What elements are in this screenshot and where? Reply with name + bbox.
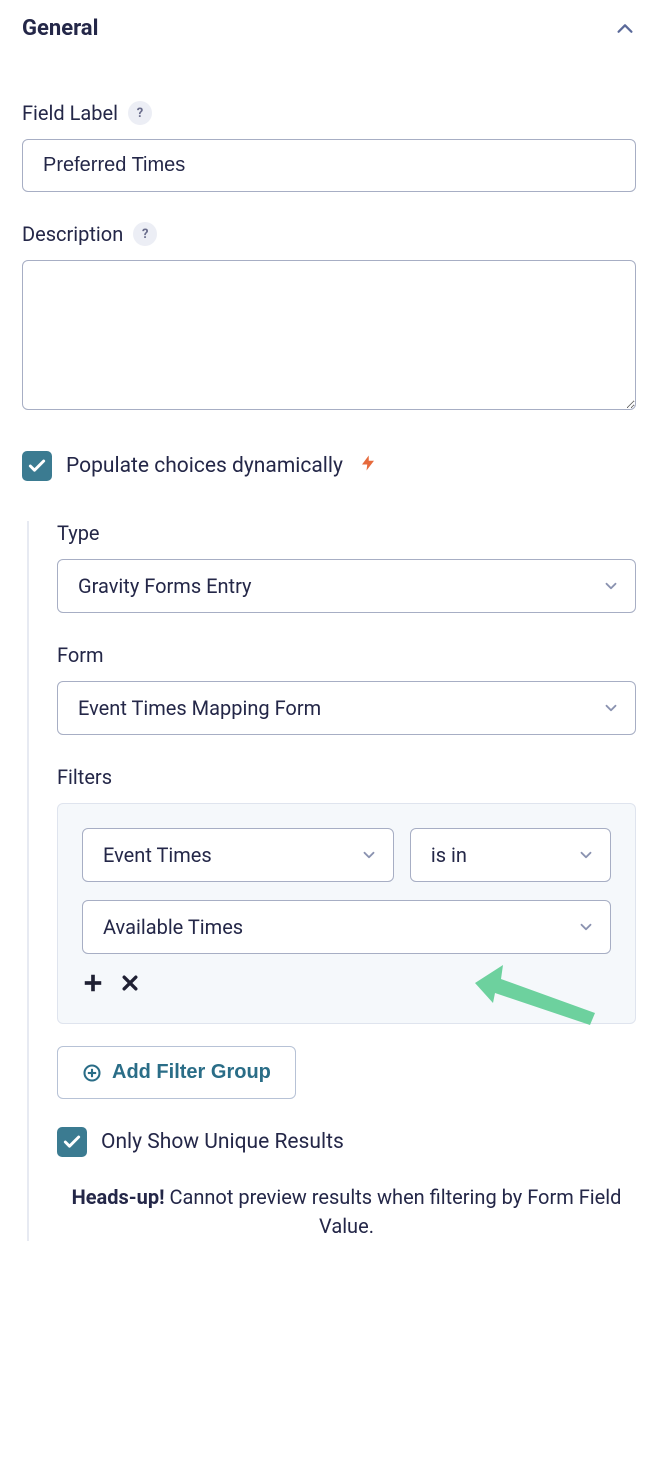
populate-checkbox[interactable] xyxy=(22,451,52,481)
add-filter-group-button[interactable]: Add Filter Group xyxy=(57,1046,296,1099)
populate-dynamically-row: Populate choices dynamically xyxy=(22,451,636,481)
help-icon[interactable]: ? xyxy=(133,222,157,246)
filters-label: Filters xyxy=(57,765,636,789)
check-icon xyxy=(27,456,47,476)
chevron-up-icon xyxy=(614,18,636,40)
description-title: Description xyxy=(22,222,123,246)
section-title: General xyxy=(22,16,98,41)
form-label: Form xyxy=(57,643,636,667)
help-icon[interactable]: ? xyxy=(128,101,152,125)
add-filter-icon[interactable] xyxy=(82,972,104,999)
filter-value-select[interactable]: Available Times xyxy=(82,900,611,954)
bolt-icon xyxy=(359,452,377,480)
heads-up-text: Cannot preview results when filtering by… xyxy=(164,1185,621,1238)
section-header[interactable]: General xyxy=(22,16,636,41)
type-label: Type xyxy=(57,521,636,545)
type-select[interactable]: Gravity Forms Entry xyxy=(57,559,636,613)
add-filter-group-label: Add Filter Group xyxy=(112,1061,271,1084)
unique-results-label: Only Show Unique Results xyxy=(101,1130,344,1154)
filter-operator-select[interactable]: is in xyxy=(410,828,611,882)
filter-field-select[interactable]: Event Times xyxy=(82,828,394,882)
description-input[interactable] xyxy=(22,260,636,410)
populate-label: Populate choices dynamically xyxy=(66,454,343,478)
remove-filter-icon[interactable] xyxy=(120,973,140,998)
dynamic-panel: Type Gravity Forms Entry Form Event Time… xyxy=(27,521,636,1241)
field-label-block: Field Label ? xyxy=(22,101,636,192)
field-label-title: Field Label xyxy=(22,101,118,125)
plus-circle-icon xyxy=(82,1063,102,1083)
unique-results-checkbox[interactable] xyxy=(57,1127,87,1157)
field-label-input[interactable] xyxy=(22,139,636,192)
filters-box: Event Times is in Available Times xyxy=(57,803,636,1024)
heads-up-notice: Heads-up! Cannot preview results when fi… xyxy=(57,1183,636,1241)
form-select[interactable]: Event Times Mapping Form xyxy=(57,681,636,735)
description-block: Description ? xyxy=(22,222,636,415)
heads-up-prefix: Heads-up! xyxy=(72,1185,165,1209)
check-icon xyxy=(62,1132,82,1152)
